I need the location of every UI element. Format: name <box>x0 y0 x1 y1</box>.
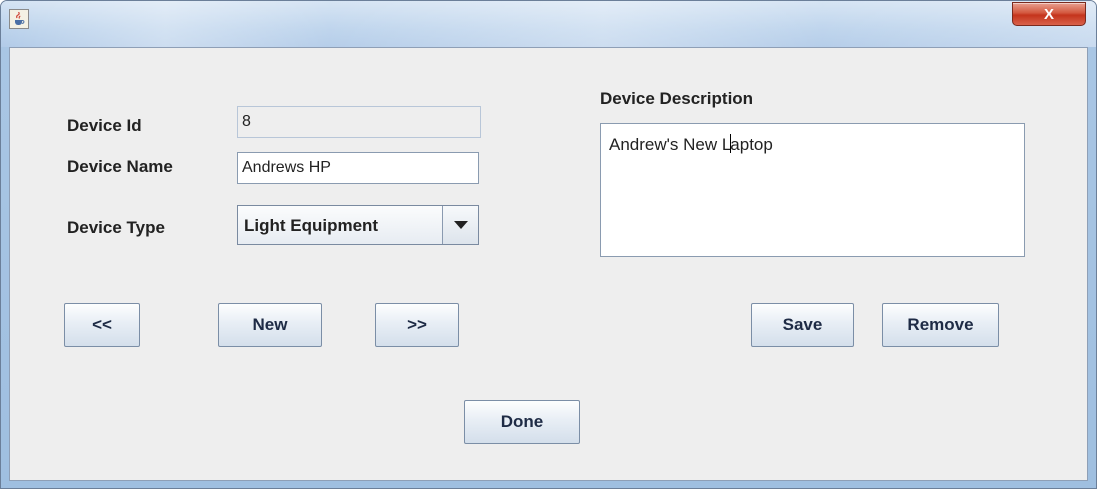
device-id-field[interactable]: 8 <box>237 106 481 138</box>
java-cup-icon[interactable] <box>9 9 29 29</box>
app-window: X Device Id 8 Device Name Andrews HP Dev… <box>0 0 1097 489</box>
close-button[interactable]: X <box>1012 2 1086 26</box>
device-name-label: Device Name <box>67 157 173 176</box>
device-type-value: Light Equipment <box>244 216 379 235</box>
title-bar[interactable]: X <box>1 1 1096 47</box>
description-text-end: aptop <box>730 135 773 154</box>
device-description-textarea[interactable]: Andrew's New Laptop <box>600 123 1025 257</box>
device-type-select[interactable]: Light Equipment <box>237 205 479 245</box>
done-button[interactable]: Done <box>464 400 580 444</box>
close-icon: X <box>1043 5 1054 23</box>
device-type-label: Device Type <box>67 218 165 237</box>
dropdown-arrow-button[interactable] <box>442 206 478 244</box>
previous-button[interactable]: << <box>64 303 140 347</box>
device-description-label: Device Description <box>600 89 754 108</box>
chevron-down-icon <box>453 221 468 229</box>
new-button[interactable]: New <box>218 303 322 347</box>
remove-button[interactable]: Remove <box>882 303 999 347</box>
device-id-label: Device Id <box>67 116 142 135</box>
form-panel: Device Id 8 Device Name Andrews HP Devic… <box>9 47 1088 481</box>
next-button[interactable]: >> <box>375 303 459 347</box>
save-button[interactable]: Save <box>751 303 854 347</box>
description-text-start: Andrew's New L <box>609 135 732 154</box>
device-name-field[interactable]: Andrews HP <box>237 152 479 184</box>
